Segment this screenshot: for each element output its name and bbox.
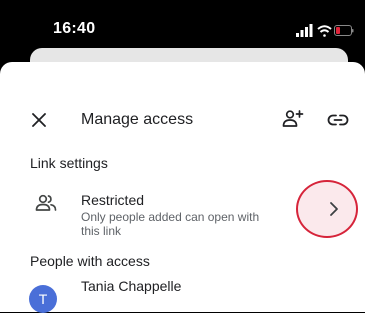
copy-link-button[interactable] [327, 111, 349, 129]
battery-low-icon [334, 25, 354, 36]
toolbar: Manage access [0, 108, 365, 132]
status-time: 16:40 [53, 20, 96, 37]
highlight-circle [296, 180, 358, 238]
close-button[interactable] [30, 111, 48, 129]
person-row[interactable]: T Tania Chappelle [0, 276, 365, 313]
cellular-signal-icon [296, 24, 313, 37]
people-with-access-heading: People with access [30, 253, 150, 269]
chevron-right-icon [330, 202, 338, 216]
access-level-label: Restricted [81, 192, 145, 208]
avatar: T [29, 285, 57, 313]
status-icons [296, 24, 354, 37]
add-person-button[interactable] [282, 108, 304, 130]
access-description: Only people added can open with this lin… [81, 210, 260, 238]
wifi-icon [317, 25, 332, 37]
close-icon [32, 113, 46, 127]
people-icon [35, 194, 57, 211]
link-settings-chevron-button[interactable] [296, 180, 365, 240]
status-bar: 16:40 [0, 0, 365, 52]
person-name: Tania Chappelle [81, 278, 182, 294]
page-title: Manage access [81, 111, 194, 128]
person-add-icon [282, 110, 304, 127]
link-icon [327, 114, 349, 126]
link-settings-heading: Link settings [30, 155, 108, 171]
